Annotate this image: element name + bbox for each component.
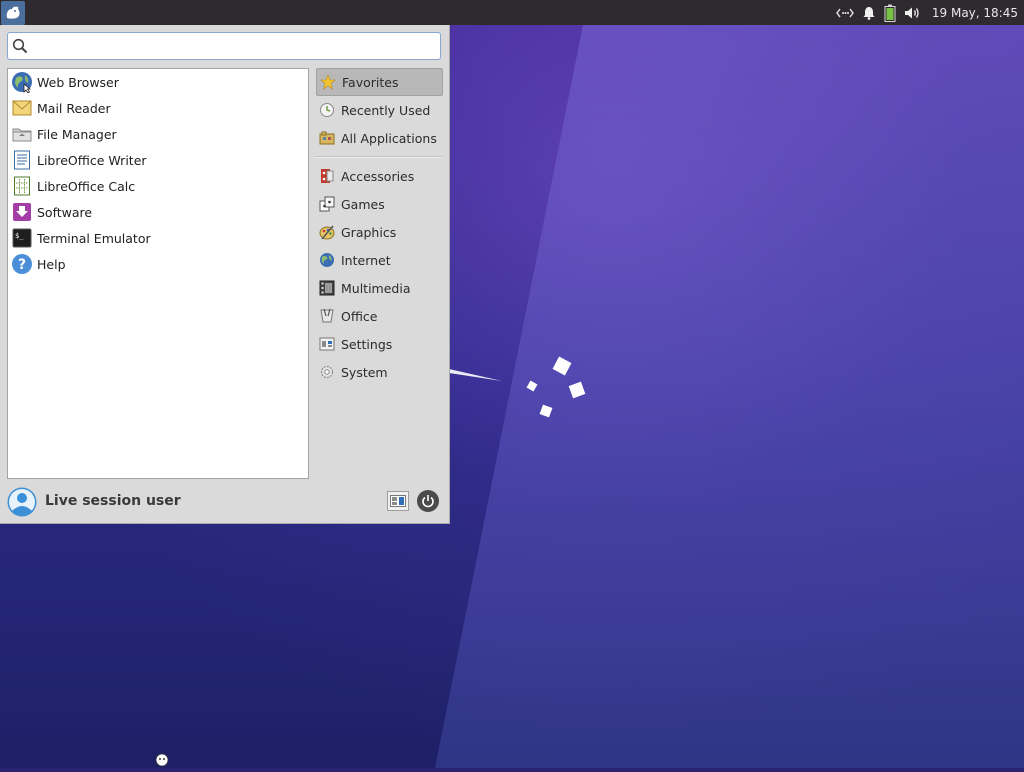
app-item-terminal-emulator[interactable]: $_ Terminal Emulator	[8, 225, 308, 251]
user-avatar-icon	[7, 487, 37, 517]
avatar[interactable]	[7, 487, 37, 517]
mail-icon	[11, 97, 33, 119]
system-gear-icon	[318, 363, 336, 381]
application-menu: Web Browser Mail Reader File Manager Lib…	[0, 25, 450, 524]
wallpaper-sparkle	[539, 404, 553, 418]
category-label: Internet	[341, 252, 391, 268]
app-item-mail-reader[interactable]: Mail Reader	[8, 95, 308, 121]
category-favorites[interactable]: Favorites	[316, 68, 443, 96]
star-icon	[319, 73, 337, 91]
category-label: All Applications	[341, 130, 437, 146]
search-input[interactable]	[34, 36, 438, 58]
spreadsheet-icon	[11, 175, 33, 197]
category-label: Multimedia	[341, 280, 411, 296]
app-item-label: Mail Reader	[37, 100, 111, 116]
help-icon: ?	[11, 253, 33, 275]
category-multimedia[interactable]: Multimedia	[316, 274, 443, 302]
category-label: System	[341, 364, 388, 380]
panel-clock[interactable]: 19 May, 18:45	[932, 6, 1018, 20]
app-item-label: Software	[37, 204, 93, 220]
app-item-help[interactable]: ? Help	[8, 251, 308, 277]
favorites-list: Web Browser Mail Reader File Manager Lib…	[7, 68, 309, 479]
notifications-icon[interactable]	[862, 0, 876, 25]
app-item-libreoffice-calc[interactable]: LibreOffice Calc	[8, 173, 308, 199]
terminal-icon: $_	[11, 227, 33, 249]
app-item-label: LibreOffice Writer	[37, 152, 147, 168]
category-label: Office	[341, 308, 378, 324]
category-office[interactable]: Office	[316, 302, 443, 330]
category-settings[interactable]: Settings	[316, 330, 443, 358]
battery-icon[interactable]	[884, 0, 896, 25]
app-item-software[interactable]: Software	[8, 199, 308, 225]
category-system[interactable]: System	[316, 358, 443, 386]
internet-globe-icon	[318, 251, 336, 269]
top-panel: 19 May, 18:45	[0, 0, 1024, 25]
category-label: Favorites	[342, 74, 399, 90]
globe-icon	[11, 71, 33, 93]
category-label: Recently Used	[341, 102, 431, 118]
category-label: Settings	[341, 336, 393, 352]
power-button[interactable]	[417, 490, 439, 512]
app-item-libreoffice-writer[interactable]: LibreOffice Writer	[8, 147, 308, 173]
svg-text:?: ?	[18, 257, 26, 273]
user-name: Live session user	[45, 493, 181, 509]
app-item-label: Terminal Emulator	[37, 230, 151, 246]
multimedia-icon	[318, 279, 336, 297]
software-download-icon	[11, 201, 33, 223]
graphics-icon	[318, 223, 336, 241]
mouse-pointer	[155, 752, 171, 772]
svg-text:$_: $_	[15, 232, 24, 240]
office-icon	[318, 307, 336, 325]
pointer-icon	[155, 753, 169, 767]
clock-icon	[318, 101, 336, 119]
settings-icon	[318, 335, 336, 353]
app-item-label: File Manager	[37, 126, 117, 142]
category-accessories[interactable]: Accessories	[316, 162, 443, 190]
settings-panel-icon	[390, 495, 406, 507]
search-field[interactable]	[7, 32, 441, 60]
category-recently-used[interactable]: Recently Used	[316, 96, 443, 124]
folder-icon	[11, 123, 33, 145]
applications-menu-button[interactable]	[1, 0, 25, 25]
app-item-label: Web Browser	[37, 74, 119, 90]
category-all-applications[interactable]: All Applications	[316, 124, 443, 152]
menu-footer: Live session user	[7, 486, 443, 518]
category-label: Games	[341, 196, 385, 212]
category-label: Accessories	[341, 168, 415, 184]
app-item-label: Help	[37, 256, 66, 272]
category-separator	[316, 156, 443, 158]
xfce-mouse-logo-icon	[6, 6, 20, 19]
network-icon[interactable]	[836, 0, 854, 25]
games-icon	[318, 195, 336, 213]
settings-manager-button[interactable]	[387, 491, 409, 511]
accessories-icon	[318, 167, 336, 185]
category-internet[interactable]: Internet	[316, 246, 443, 274]
app-item-file-manager[interactable]: File Manager	[8, 121, 308, 147]
system-tray: 19 May, 18:45	[836, 0, 1024, 25]
writer-document-icon	[11, 149, 33, 171]
app-item-label: LibreOffice Calc	[37, 178, 136, 194]
category-games[interactable]: Games	[316, 190, 443, 218]
power-icon	[422, 495, 434, 508]
app-item-web-browser[interactable]: Web Browser	[8, 69, 308, 95]
volume-icon[interactable]	[904, 0, 922, 25]
category-list: Favorites Recently Used All Applications…	[316, 68, 443, 386]
wallpaper-sparkle	[552, 356, 572, 376]
search-icon	[12, 38, 28, 58]
wallpaper-sparkle	[568, 381, 586, 399]
category-label: Graphics	[341, 224, 397, 240]
category-graphics[interactable]: Graphics	[316, 218, 443, 246]
applications-folder-icon	[318, 129, 336, 147]
wallpaper-sparkle	[526, 380, 538, 392]
wallpaper-light-streak	[449, 369, 502, 381]
